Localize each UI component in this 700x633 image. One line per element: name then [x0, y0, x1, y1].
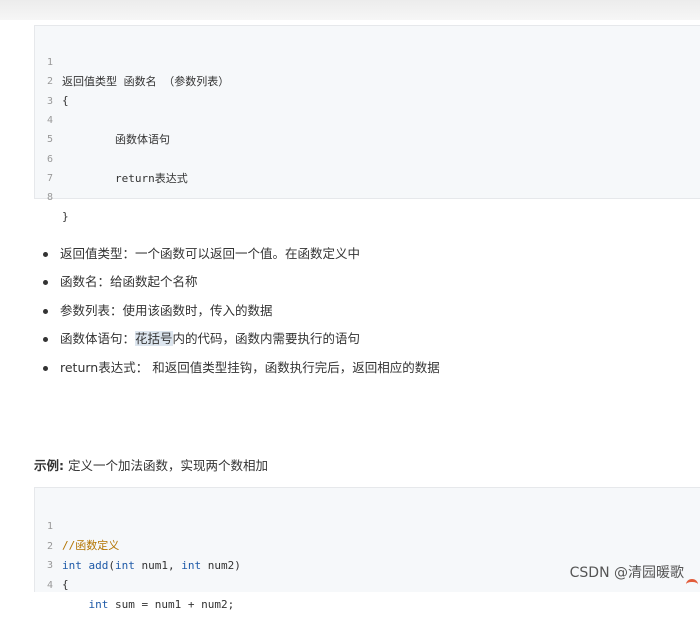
list-item: 函数名：给函数起个名称 [40, 268, 440, 296]
indent [62, 598, 89, 611]
item-text: 使用该函数时，传入的数据 [123, 303, 273, 318]
code-line: 5 [35, 111, 62, 130]
code-param: num1, [135, 559, 181, 572]
code-text: 函数体语句 [62, 130, 170, 149]
item-text: 给函数起个名称 [110, 274, 198, 289]
example-text: 定义一个加法函数，实现两个数相加 [68, 458, 268, 473]
list-item: 参数列表：使用该函数时，传入的数据 [40, 297, 440, 325]
line-number: 8 [35, 188, 53, 207]
code-line: 4 int sum = num1 + num2; [35, 557, 62, 576]
function-name: add [82, 559, 109, 572]
item-label: return表达式： [60, 360, 148, 375]
definition-list: 返回值类型：一个函数可以返回一个值。在函数定义中 函数名：给函数起个名称 参数列… [40, 240, 440, 382]
keyword: int [89, 598, 109, 611]
keyword: int [115, 559, 135, 572]
item-label: 函数体语句： [60, 331, 135, 346]
item-text: 和返回值类型挂钩，函数执行完后，返回相应的数据 [148, 360, 439, 375]
code-text: int add(int num1, int num2) [62, 556, 241, 575]
syntax-code-block: 1 返回值类型 函数名 （参数列表） 2 { 3 4 函数体语句 5 6 ret… [34, 25, 700, 199]
list-item: return表达式： 和返回值类型挂钩，函数执行完后，返回相应的数据 [40, 354, 440, 382]
csdn-watermark: CSDN @清园暖歌 [570, 562, 684, 582]
item-label: 参数列表： [60, 303, 123, 318]
item-text: 内的代码，函数内需要执行的语句 [173, 331, 361, 346]
code-line: 6 return表达式 [35, 131, 62, 150]
code-line: 3 [35, 73, 62, 92]
code-punct: ( [108, 559, 115, 572]
example-heading: 示例: 定义一个加法函数，实现两个数相加 [34, 455, 268, 474]
code-line: 1 返回值类型 函数名 （参数列表） [35, 34, 62, 53]
code-param: num2) [201, 559, 241, 572]
csdn-logo-icon [686, 579, 698, 590]
code-line: 7 [35, 150, 62, 169]
example-label: 示例: [34, 458, 64, 473]
code-comment: //函数定义 [62, 536, 119, 555]
code-line: 2 { [35, 53, 62, 72]
code-text: } [62, 207, 69, 226]
keyword: int [181, 559, 201, 572]
list-item: 返回值类型：一个函数可以返回一个值。在函数定义中 [40, 240, 440, 268]
code-line: 1 //函数定义 [35, 498, 62, 517]
code-text: { [62, 575, 69, 594]
code-statement: sum = num1 + num2; [108, 598, 234, 611]
item-label: 返回值类型： [60, 246, 135, 261]
code-line: 2 int add(int num1, int num2) [35, 518, 62, 537]
code-text: { [62, 91, 69, 110]
keyword: int [62, 559, 82, 572]
code-text: int sum = num1 + num2; [62, 595, 234, 614]
top-scroll-strip [0, 0, 700, 20]
code-line: 8 } [35, 169, 62, 188]
code-text: return表达式 [62, 169, 188, 188]
code-text: 返回值类型 函数名 （参数列表） [62, 72, 229, 91]
item-label: 函数名： [60, 274, 110, 289]
selected-text: 花括号 [135, 331, 173, 346]
item-text: 一个函数可以返回一个值。在函数定义中 [135, 246, 360, 261]
list-item: 函数体语句：花括号内的代码，函数内需要执行的语句 [40, 325, 440, 353]
code-line: 4 函数体语句 [35, 92, 62, 111]
code-line: 3 { [35, 537, 62, 556]
